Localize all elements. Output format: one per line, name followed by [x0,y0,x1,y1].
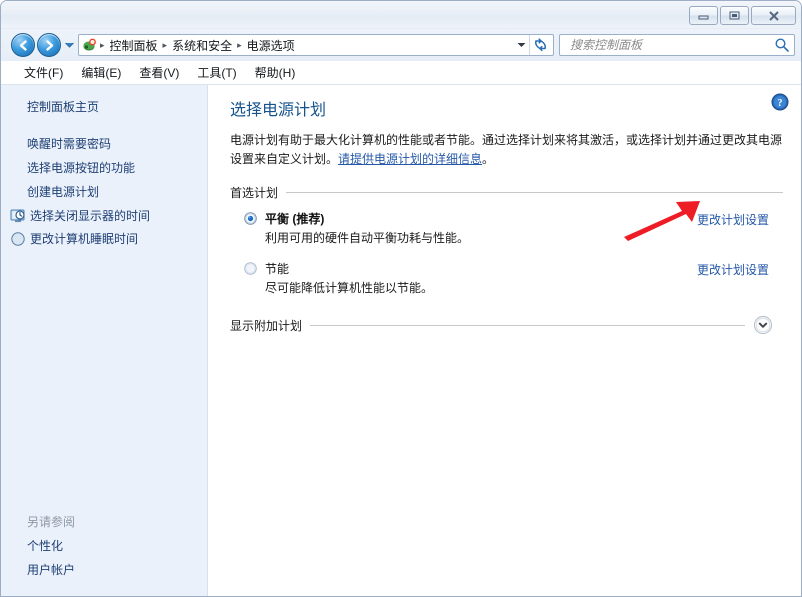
preferred-plans-label: 首选计划 [230,186,279,200]
see-also-section: 另请参阅 个性化 用户帐户 [1,510,207,596]
change-plan-settings-link-balanced[interactable]: 更改计划设置 [697,211,769,228]
intro-text-part1: 电源计划有助于最大化计算机的性能或者节能。通过选择计划来将其激活，或选择计划并通… [230,133,783,166]
sidebar-item-change-sleep-time[interactable]: 更改计算机睡眠时间 [9,227,207,250]
address-bar[interactable]: ▸ 控制面板 ▸ 系统和安全 ▸ 电源选项 [78,34,554,56]
sidebar-item-create-power-plan[interactable]: 创建电源计划 [27,180,207,204]
search-icon[interactable] [774,37,790,53]
plan-name: 平衡 (推荐) [265,212,325,226]
close-button[interactable] [751,6,796,25]
show-additional-plans-row: 显示附加计划 [230,315,783,335]
intro-text: 电源计划有助于最大化计算机的性能或者节能。通过选择计划来将其激活，或选择计划并通… [230,131,782,169]
maximize-button[interactable] [720,6,749,25]
show-additional-plans-label[interactable]: 显示附加计划 [230,317,310,334]
menu-help[interactable]: 帮助(H) [246,62,305,83]
help-icon[interactable]: ? [771,93,789,111]
plan-name: 节能 [265,262,290,276]
sidebar-item-control-panel-home[interactable]: 控制面板主页 [27,95,207,119]
menu-edit[interactable]: 编辑(E) [72,62,130,83]
power-plan-details-link[interactable]: 请提供电源计划的详细信息 [338,152,482,166]
recent-locations-button[interactable] [62,34,76,56]
preferred-plans-header: 首选计划 [230,184,783,201]
see-also-item-personalization[interactable]: 个性化 [27,534,207,558]
refresh-button[interactable] [529,35,551,55]
breadcrumb-item-control-panel[interactable]: 控制面板 [106,35,162,56]
moon-sleep-icon [9,230,26,247]
change-plan-settings-link-power-saver[interactable]: 更改计划设置 [697,261,769,278]
sidebar-item-choose-power-button-action[interactable]: 选择电源按钮的功能 [27,156,207,180]
sidebar-item-label: 更改计算机睡眠时间 [30,231,139,246]
chevron-down-icon [517,43,525,47]
see-also-item-user-accounts[interactable]: 用户帐户 [27,558,207,582]
main-pane: ? 选择电源计划 电源计划有助于最大化计算机的性能或者节能。通过选择计划来将其激… [208,85,801,596]
search-input[interactable] [568,37,774,53]
sidebar-item-label: 选择关闭显示器的时间 [30,208,151,223]
plan-row-balanced: 平衡 (推荐) 利用可用的硬件自动平衡功耗与性能。 更改计划设置 [230,211,783,247]
sidebar-item-choose-display-off-time[interactable]: 选择关闭显示器的时间 [9,204,207,227]
search-box[interactable] [559,34,795,56]
svg-text:?: ? [778,98,783,109]
refresh-icon [535,38,546,52]
plan-description: 利用可用的硬件自动平衡功耗与性能。 [265,231,470,245]
menu-tools[interactable]: 工具(T) [188,62,245,83]
back-arrow-icon [19,39,27,51]
breadcrumb-item-system-and-security[interactable]: 系统和安全 [168,35,236,56]
minimize-button[interactable] [689,6,718,25]
navigation-bar: ▸ 控制面板 ▸ 系统和安全 ▸ 电源选项 [1,29,801,61]
radio-power-saver[interactable] [244,262,257,275]
chevron-down-icon [753,315,773,335]
intro-text-part2: 。 [482,152,495,166]
sidebar-item-require-password-on-wakeup[interactable]: 唤醒时需要密码 [27,132,207,156]
forward-arrow-icon [45,39,53,51]
title-bar [1,1,801,29]
menu-file[interactable]: 文件(F) [15,62,72,83]
breadcrumb-item-power-options[interactable]: 电源选项 [243,35,299,56]
plan-row-power-saver: 节能 尽可能降低计算机性能以节能。 更改计划设置 [230,261,783,297]
back-button[interactable] [11,33,35,57]
chevron-down-icon [64,42,74,48]
menu-bar: 文件(F) 编辑(E) 查看(V) 工具(T) 帮助(H) [1,61,801,85]
forward-button[interactable] [37,33,61,57]
divider [286,192,783,193]
see-also-title: 另请参阅 [27,515,76,529]
divider [310,324,745,326]
breadcrumb: ▸ 控制面板 ▸ 系统和安全 ▸ 电源选项 [99,35,513,56]
control-panel-icon [81,36,99,54]
expand-chevron-button[interactable] [753,315,773,335]
control-panel-window: ▸ 控制面板 ▸ 系统和安全 ▸ 电源选项 搜索控制面板 文件(F) 编辑(E)… [0,0,802,597]
page-title: 选择电源计划 [230,102,327,119]
sidebar: 控制面板主页 唤醒时需要密码 选择电源按钮的功能 创建电源计划 选择关闭显示器的… [1,85,208,596]
plan-description: 尽可能降低计算机性能以节能。 [265,281,434,295]
radio-balanced[interactable] [244,212,257,225]
menu-view[interactable]: 查看(V) [130,62,188,83]
address-dropdown-button[interactable] [513,35,529,55]
window-controls [689,6,796,25]
monitor-clock-icon [9,207,26,224]
content-area: 控制面板主页 唤醒时需要密码 选择电源按钮的功能 创建电源计划 选择关闭显示器的… [1,85,801,596]
